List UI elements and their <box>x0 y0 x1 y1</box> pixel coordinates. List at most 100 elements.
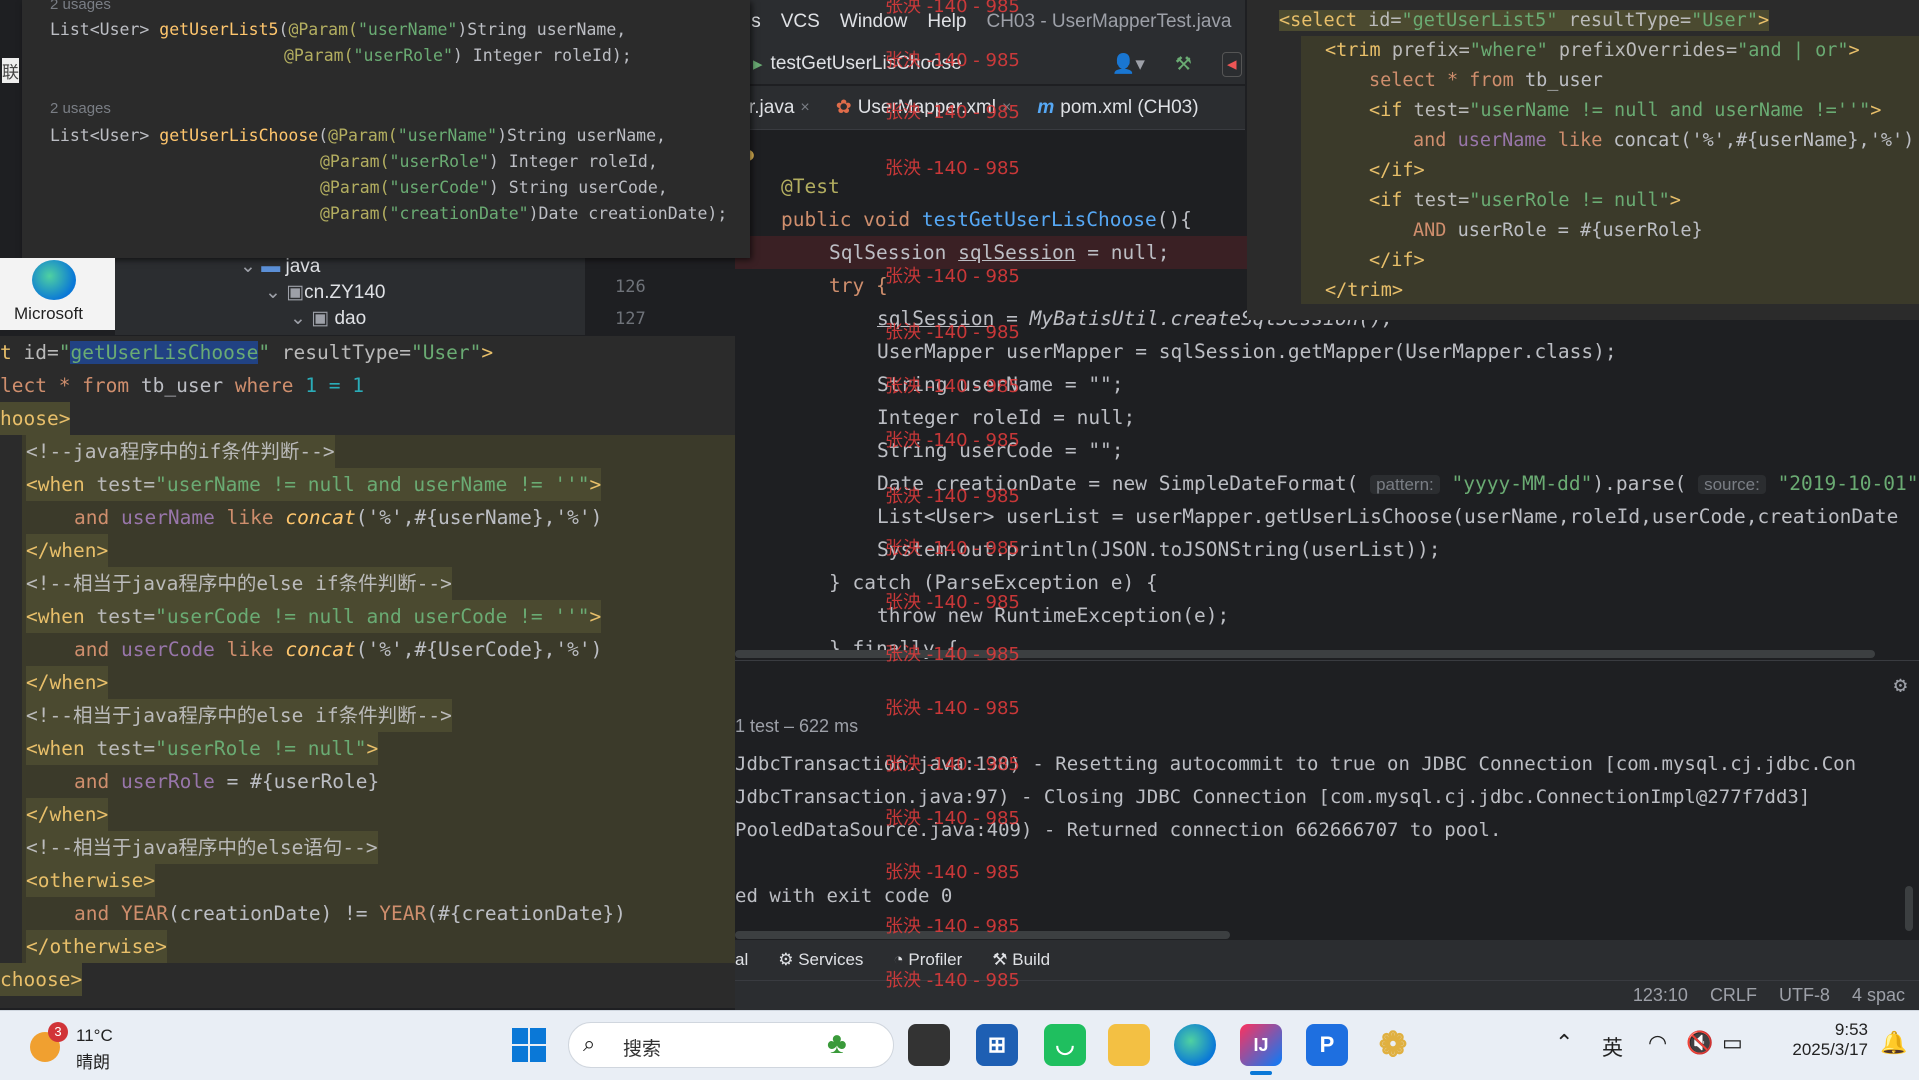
xml-line: <when test="userRole != null"> <box>26 732 379 765</box>
editor-horizontal-scrollbar[interactable] <box>735 650 1875 658</box>
method-line: List<User> getUserList5(@Param("userName… <box>50 20 627 39</box>
tab-java-file[interactable]: r.java × <box>749 97 810 119</box>
tool-window-build[interactable]: ⚒ Build <box>992 950 1050 970</box>
xml-line: </otherwise> <box>26 930 167 963</box>
indent-setting[interactable]: 4 spac <box>1852 985 1905 1006</box>
snippet-select-getuserlist5: <select id="getUserList5" resultType="Us… <box>1247 0 1919 320</box>
volume-muted-icon[interactable]: 🔇 <box>1686 1030 1713 1056</box>
code-line-userlist: List<User> userList = userMapper.getUser… <box>877 505 1899 528</box>
build-hammer-icon[interactable]: ⚒ <box>1175 53 1192 76</box>
battery-icon[interactable]: ▭ <box>1722 1030 1743 1056</box>
snippet-select-getuserlischoose: t id="getUserLisChoose" resultType="User… <box>0 336 735 1008</box>
project-tree: ⌄ ▬ java ⌄ ▣cn.ZY140 ⌄ ▣ dao <box>115 255 585 335</box>
run-config-selector[interactable]: testGetUserLisChoose <box>771 53 962 75</box>
tree-item-package[interactable]: ⌄ ▣cn.ZY140 <box>265 281 385 304</box>
xml-line: <trim prefix="where" prefixOverrides="an… <box>1325 40 1860 61</box>
xml-line: <if test="userRole != null"> <box>1369 190 1681 211</box>
wechat-app-icon[interactable]: ◡ <box>1044 1024 1086 1066</box>
console-vertical-scrollbar[interactable] <box>1905 886 1913 931</box>
xml-line: <when test="userName != null and userNam… <box>26 468 602 501</box>
xml-comment: <!--相当于java程序中的else if条件判断--> <box>26 567 452 600</box>
close-icon[interactable]: × <box>1002 99 1011 117</box>
menu-item-vcs[interactable]: VCS <box>781 11 820 33</box>
status-bar: 123:10 CRLF UTF-8 4 spac <box>735 980 1919 1010</box>
tab-label: pom.xml (CH03) <box>1060 96 1199 118</box>
tab-label: r.java <box>749 96 795 118</box>
user-icon[interactable]: 👤▾ <box>1112 52 1145 76</box>
maven-icon: m <box>1037 96 1055 118</box>
editor-tabs: r.java × ✿ UserMapper.xml × m pom.xml (CH03) <box>735 86 1245 130</box>
usages-hint[interactable]: 2 usages <box>50 100 111 117</box>
code-line-date: Date creationDate = new SimpleDateFormat… <box>877 472 1919 495</box>
weather-desc: 晴朗 <box>76 1053 110 1072</box>
tool-window-terminal[interactable]: al <box>735 950 748 970</box>
menu-bar: ls VCS Window Help CH03 - UserMapperTest… <box>735 0 1245 44</box>
intellij-idea-icon[interactable]: IJ <box>1240 1024 1282 1066</box>
xml-line: choose> <box>0 963 83 996</box>
tab-pom-xml[interactable]: m pom.xml (CH03) <box>1037 97 1198 119</box>
run-config-icon: ▸ <box>753 53 763 75</box>
clover-icon: ♣ <box>827 1027 847 1060</box>
notification-bell-icon[interactable]: 🔔 <box>1880 1030 1907 1056</box>
line-gutter: 126 127 <box>585 255 735 335</box>
xml-file-icon: ✿ <box>835 97 852 118</box>
line-separator[interactable]: CRLF <box>1710 985 1757 1006</box>
ime-indicator[interactable]: 英 <box>1602 1032 1623 1062</box>
code-line-mapper: UserMapper userMapper = sqlSession.getMa… <box>877 340 1617 363</box>
xml-line: select * from tb_user <box>1369 70 1603 91</box>
desktop-edge-shortcut[interactable]: Microsoft <box>0 258 115 330</box>
xml-comment: <!--相当于java程序中的else语句--> <box>26 831 378 864</box>
method-line: List<User> getUserLisChoose(@Param("user… <box>50 126 666 145</box>
start-windows-icon[interactable] <box>508 1024 550 1066</box>
pycharm-p-icon[interactable]: P <box>1306 1024 1348 1066</box>
xml-line: lect * from tb_user where 1 = 1 <box>0 374 364 397</box>
wifi-icon[interactable]: ◠ <box>1648 1030 1667 1056</box>
xml-line: <otherwise> <box>26 864 156 897</box>
cursor-position[interactable]: 123:10 <box>1633 985 1688 1006</box>
menu-item-window[interactable]: Window <box>840 11 908 33</box>
xml-line: hoose> <box>0 402 71 435</box>
clock-time: 9:53 <box>1834 1020 1868 1039</box>
file-encoding[interactable]: UTF-8 <box>1779 985 1830 1006</box>
chevron-down-icon: ⌄ <box>265 282 281 303</box>
tree-item-java[interactable]: ⌄ ▬ java <box>240 255 320 278</box>
xml-line: </when> <box>26 798 109 831</box>
file-explorer-icon[interactable] <box>1108 1024 1150 1066</box>
folder-icon: ▬ <box>261 256 281 277</box>
microsoft-store-icon[interactable]: ⊞ <box>976 1024 1018 1066</box>
line-number: 126 <box>615 277 646 297</box>
method-line: @Param("userCode") String userCode, <box>320 178 668 197</box>
console-scrollbar[interactable] <box>735 931 1230 939</box>
tab-label: UserMapper.xml <box>857 96 997 118</box>
edge-browser-icon[interactable] <box>1174 1024 1216 1066</box>
close-icon[interactable]: × <box>800 99 809 117</box>
xml-line: </trim> <box>1325 280 1403 301</box>
hammer-icon: ⚒ <box>992 950 1008 969</box>
weather-temp: 11°C <box>76 1026 113 1045</box>
code-line-username: String userName = ""; <box>877 373 1124 396</box>
taskbar-search-box[interactable]: ⌕ 搜索 ♣ <box>568 1022 894 1068</box>
method-line: @Param("userRole") Integer roleId); <box>284 46 632 65</box>
show-hidden-icons[interactable]: ⌃ <box>1555 1030 1573 1056</box>
code-line-signature: public void testGetUserLisChoose(){ <box>781 208 1192 231</box>
settings-gear-icon[interactable]: ⚙ <box>1894 673 1907 698</box>
xml-line: AND userRole = #{userRole} <box>1413 220 1703 241</box>
tool-window-services[interactable]: ⚙ Services <box>778 950 863 970</box>
xml-comment: <!--java程序中的if条件判断--> <box>26 435 335 468</box>
tree-item-dao[interactable]: ⌄ ▣ dao <box>290 307 366 330</box>
method-line: @Param("userRole") Integer roleId, <box>320 152 658 171</box>
xml-line: and userCode like concat('%',#{UserCode}… <box>74 638 603 661</box>
tool-window-profiler[interactable]: ◔ Profiler <box>893 950 962 970</box>
weather-widget[interactable]: 3 11°C 晴朗 <box>28 1022 138 1072</box>
package-icon: ▣ <box>286 282 305 303</box>
menu-item-help[interactable]: Help <box>927 11 966 33</box>
clock[interactable]: 9:53 2025/3/17 <box>1768 1020 1868 1060</box>
chevron-down-icon: ⌄ <box>240 256 256 277</box>
usages-hint[interactable]: 2 usages <box>50 0 111 13</box>
stop-icon[interactable]: ◂ <box>1221 51 1242 77</box>
snippet-interface-methods: 2 usages List<User> getUserList5(@Param(… <box>22 0 750 258</box>
task-view-icon[interactable] <box>908 1024 950 1066</box>
app-tray-icon[interactable]: ❁ <box>1372 1024 1414 1066</box>
tab-usermapper-xml[interactable]: ✿ UserMapper.xml × <box>836 96 1012 119</box>
search-placeholder: 搜索 <box>623 1039 662 1060</box>
